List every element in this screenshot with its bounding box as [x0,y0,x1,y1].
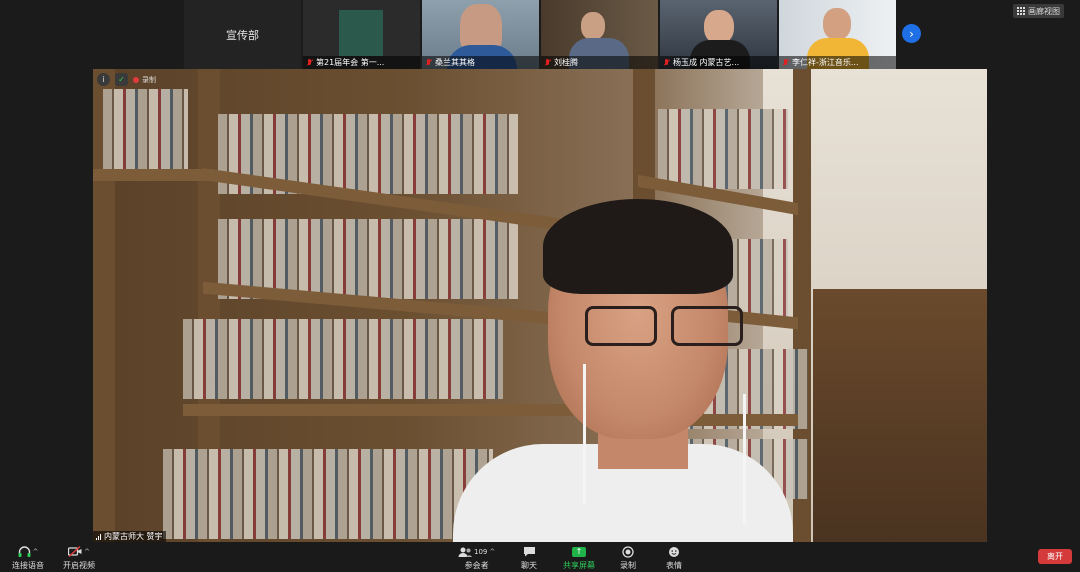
join-audio-button[interactable]: ^ 连接语音 [12,545,44,571]
share-screen-label: 共享屏幕 [563,561,595,570]
recording-indicator: 录制 [133,75,156,85]
reactions-label: 表情 [666,561,682,570]
earphone-cable [583,364,586,504]
start-video-button[interactable]: ^ 开启视频 [63,545,95,571]
glasses-lens [671,306,743,346]
record-dot-icon [133,76,139,83]
share-screen-icon-wrap: ↑ [572,545,586,558]
participant-face [704,10,734,44]
shelf-board [93,169,213,181]
thumbnail-name: 第21届年会 第一... [316,58,385,67]
wooden-cabinet [813,289,987,542]
earphone-cable [743,394,746,524]
books [658,109,788,189]
participant-strip: 宣传部 第21届年会 第一... 桑兰其其格 刘桂腾 杨玉成 内蒙古艺... 李… [184,0,896,69]
mic-muted-icon [782,58,789,67]
participants-icon: 109 ^ [458,545,495,558]
video-off-icon: ^ [68,545,90,558]
record-icon [622,545,634,558]
leave-meeting-button[interactable]: 离开 [1038,549,1072,564]
speaker-name: 内蒙古师大 赞宇 [104,532,163,541]
meeting-window: 宣传部 第21届年会 第一... 桑兰其其格 刘桂腾 杨玉成 内蒙古艺... 李… [0,0,1080,572]
headphones-icon: ^ [18,545,39,558]
info-icon[interactable]: i [97,73,110,86]
chat-icon [523,545,536,558]
record-button[interactable]: 录制 [620,545,636,571]
thumbnail-name: 桑兰其其格 [435,58,475,67]
thumbnail-name: 李仁祥-浙江音乐... [792,58,859,67]
participant-face [823,8,851,40]
emoji-icon [668,545,680,558]
active-speaker-video [93,69,987,542]
start-video-label: 开启视频 [63,561,95,570]
thumbnail-0[interactable]: 宣传部 [184,0,301,69]
recording-label: 录制 [142,75,156,84]
thumbnail-caption: 李仁祥-浙江音乐... [779,56,896,69]
share-screen-icon: ↑ [572,546,586,557]
record-label: 录制 [620,561,636,570]
thumbnail-3[interactable]: 刘桂腾 [541,0,658,69]
meeting-status-icons: i ✓ 录制 [97,73,156,86]
meeting-toolbar: ^ 连接语音 ^ 开启视频 109 ^ 参会者 聊天 ↑ 共享屏幕 录制 表情 [0,542,1080,572]
thumbnail-4[interactable]: 杨玉成 内蒙古艺... [660,0,777,69]
shield-icon[interactable]: ✓ [115,73,128,86]
grid-icon [1017,7,1025,15]
thumbnail-5[interactable]: 李仁祥-浙江音乐... [779,0,896,69]
thumbnail-name: 刘桂腾 [554,58,578,67]
caret-up-icon[interactable]: ^ [84,548,90,556]
caret-up-icon[interactable]: ^ [489,548,495,556]
gallery-view-toggle[interactable]: 画廊视图 [1013,4,1064,18]
thumbnail-caption: 第21届年会 第一... [303,56,420,69]
conference-poster [339,10,383,56]
participant-count: 109 [474,547,488,556]
thumbnail-1[interactable]: 第21届年会 第一... [303,0,420,69]
speaker-name-tag: 内蒙古师大 赞宇 [93,531,166,542]
thumbnail-2[interactable]: 桑兰其其格 [422,0,539,69]
participants-label: 参会者 [464,561,489,570]
participants-button[interactable]: 109 ^ 参会者 [458,545,495,571]
next-page-arrow-icon[interactable]: › [902,24,921,43]
chat-label: 聊天 [521,561,537,570]
thumbnail-caption: 刘桂腾 [541,56,658,69]
participant-face [581,12,605,40]
mic-muted-icon [306,58,313,67]
share-screen-button[interactable]: ↑ 共享屏幕 [563,545,595,571]
thumbnail-name: 宣传部 [226,28,259,42]
join-audio-label: 连接语音 [12,561,44,570]
signal-strength-icon [96,533,101,540]
thumbnail-caption: 桑兰其其格 [422,56,539,69]
speaker-hair [543,199,733,294]
thumbnail-caption: 杨玉成 内蒙古艺... [660,56,777,69]
mic-muted-icon [544,58,551,67]
caret-up-icon[interactable]: ^ [33,548,39,556]
books [163,449,493,539]
glasses-lens [585,306,657,346]
thumbnail-name: 杨玉成 内蒙古艺... [673,58,740,67]
books [103,89,188,169]
chat-button[interactable]: 聊天 [521,545,537,571]
gallery-view-label: 画廊视图 [1028,6,1060,16]
mic-muted-icon [663,58,670,67]
reactions-button[interactable]: 表情 [666,545,682,571]
speaker-person [453,194,793,542]
mic-muted-icon [425,58,432,67]
glasses [585,306,755,351]
